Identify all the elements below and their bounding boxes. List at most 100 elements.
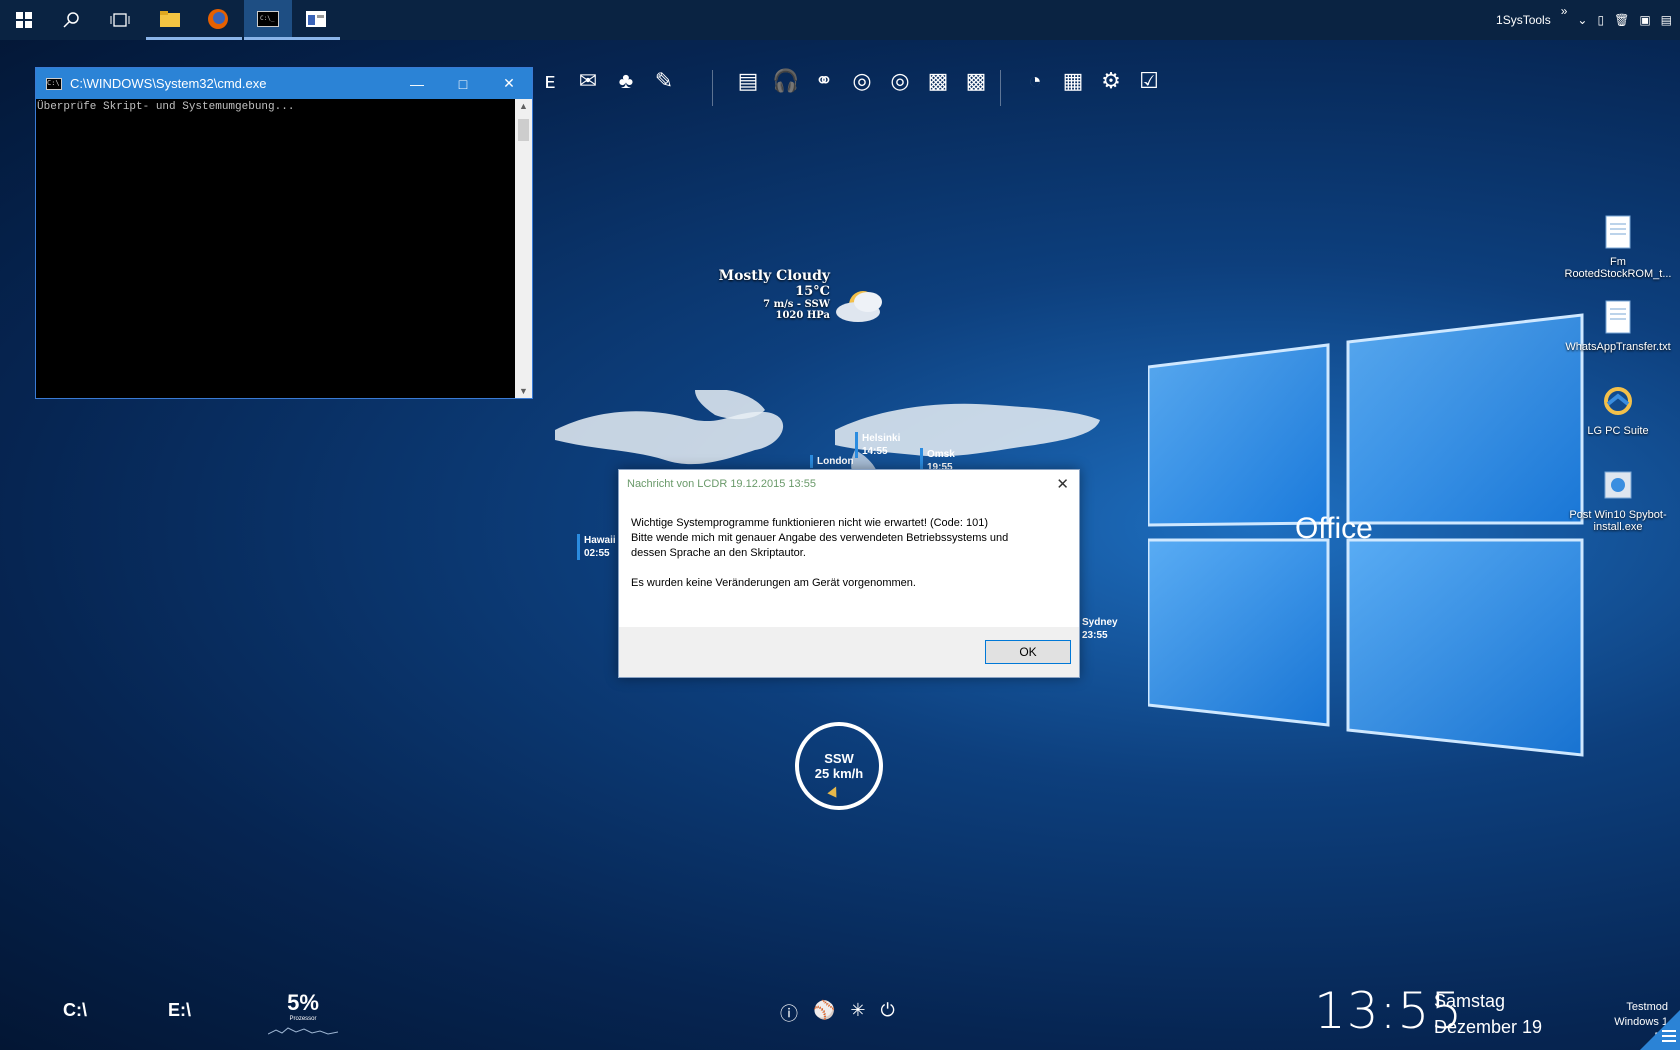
svg-text:C:\_: C:\_ (260, 15, 275, 22)
cmd-window[interactable]: C:\ C:\WINDOWS\System32\cmd.exe — □ ✕ Üb… (35, 67, 533, 399)
pie-chart-icon[interactable]: ◔ (1020, 66, 1050, 96)
cmd-icon: C:\_ (257, 10, 279, 27)
city-name: Hawaii (584, 535, 616, 546)
city-time: 23:55 (1082, 630, 1108, 641)
minimize-button[interactable]: — (394, 76, 440, 92)
sleep-icon[interactable]: ✳ (850, 1000, 865, 1026)
document-icon[interactable]: ▩ (923, 66, 953, 96)
chevron-down-icon[interactable]: ⌄ (1577, 13, 1587, 27)
trash-icon[interactable]: 🗑 (1614, 13, 1629, 27)
wind-speed: 25 km/h (814, 766, 864, 781)
desktop-icon-rootedstockrom[interactable]: Fm RootedStockROM_t... (1558, 215, 1678, 280)
dialog-line-3: dessen Sprache an den Skriptautor. (631, 547, 806, 559)
scroll-up-icon[interactable]: ▲ (519, 101, 528, 111)
wind-needle-icon (827, 784, 841, 798)
cloud-sun-icon (836, 291, 882, 322)
dialog-line-2: Bitte wende mich mit genauer Angabe des … (631, 532, 1009, 544)
city-time: 14:55 (862, 446, 888, 457)
app-store-icon[interactable]: ♣ (611, 66, 641, 96)
desktop-icon-label: WhatsAppTransfer.txt (1565, 341, 1671, 353)
close-icon[interactable]: ✕ (1056, 475, 1069, 493)
weather-widget: Mostly Cloudy 15°C 7 m/s - SSW 1020 HPa (700, 268, 830, 321)
desktop-icon-label: LG PC Suite (1587, 425, 1649, 437)
mail-icon[interactable]: ✉ (573, 66, 603, 96)
info-icon[interactable]: ⓘ (780, 1000, 798, 1026)
toolbar-label[interactable]: 1SysTools (1496, 13, 1551, 27)
file-explorer-button[interactable] (146, 0, 194, 40)
desktop-icon-label: Post Win10 Spybot-install.exe (1569, 509, 1667, 533)
cmd-window-icon: C:\ (46, 77, 62, 90)
checkbox-icon[interactable]: ☑ (1134, 66, 1164, 96)
drive-c[interactable]: C:\ (63, 1000, 87, 1021)
date: Dezember 19 (1434, 1017, 1543, 1037)
office-logo: Office (1295, 512, 1373, 545)
weather-condition: Mostly Cloudy (718, 268, 830, 284)
dialog-line-1: Wichtige Systemprogramme funktionieren n… (631, 517, 989, 529)
city-time: 02:55 (584, 548, 610, 559)
dialog-message: Wichtige Systemprogramme funktionieren n… (619, 498, 1079, 606)
windows-icon (16, 12, 32, 28)
city-name: Omsk (927, 449, 955, 460)
maximize-button[interactable]: □ (440, 76, 486, 92)
menu-icon[interactable] (1640, 1010, 1680, 1050)
cmd-output[interactable]: Überprüfe Skript- und Systemumgebung... (36, 99, 515, 398)
drive-e[interactable]: E:\ (168, 1000, 191, 1021)
ie-icon[interactable]: ᴇ (535, 66, 565, 96)
cmd-scrollbar[interactable]: ▲ ▼ (515, 99, 532, 398)
city-london: London (810, 455, 854, 468)
cpu-meter: 5% Prozessor (267, 990, 339, 1040)
app-button[interactable] (292, 0, 340, 40)
text-file-icon (1605, 300, 1631, 334)
notepad-plus-icon[interactable]: ✎ (649, 66, 679, 96)
firefox-icon (208, 8, 228, 29)
disc-icon[interactable]: ◎ (847, 66, 877, 96)
task-view-button[interactable] (96, 0, 144, 40)
message-dialog[interactable]: Nachricht von LCDR 19.12.2015 13:55 ✕ Wi… (618, 469, 1080, 678)
lg-pc-suite-icon (1604, 387, 1632, 415)
desktop-icon-whatsapptransfer[interactable]: WhatsAppTransfer.txt (1558, 300, 1678, 353)
control-panel-icon[interactable]: ▦ (1058, 66, 1088, 96)
disc-2-icon[interactable]: ◎ (885, 66, 915, 96)
desktop-icon-spybot[interactable]: Post Win10 Spybot-install.exe (1558, 468, 1678, 533)
city-helsinki: Helsinki 14:55 (855, 432, 900, 458)
dock-separator-2 (1000, 70, 1001, 106)
close-button[interactable]: ✕ (486, 75, 532, 92)
city-name: Helsinki (862, 433, 901, 444)
dock-group-1: ᴇ ✉ ♣ ✎ (535, 66, 679, 102)
cmd-button[interactable]: C:\_ (244, 0, 292, 40)
overflow-chevron-icon[interactable]: » (1561, 4, 1568, 18)
weekday: Samstag (1434, 991, 1506, 1011)
city-name: Sydney (1082, 617, 1118, 628)
dialog-title: Nachricht von LCDR 19.12.2015 13:55 (627, 478, 816, 490)
search-button[interactable] (48, 0, 96, 40)
scroll-thumb[interactable] (518, 119, 529, 141)
desktop-icon-lg-pc-suite[interactable]: LG PC Suite (1558, 384, 1678, 437)
power-icon[interactable]: ⏻ (881, 1000, 895, 1026)
task-view-icon (110, 13, 130, 27)
display-icon[interactable]: ▣ (1639, 13, 1650, 27)
ok-button[interactable]: OK (985, 640, 1071, 664)
taskbar: C:\_ 1SysTools » ⌄ ▯ 🗑 ▣ ▤ (0, 0, 1680, 40)
wind-gauge: SSW 25 km/h (795, 722, 883, 810)
notifications-icon[interactable]: ▤ (1661, 13, 1672, 27)
scroll-down-icon[interactable]: ▼ (519, 386, 528, 396)
dialog-footer: OK (619, 627, 1079, 677)
gear-icon[interactable]: ⚙ (1096, 66, 1126, 96)
search-icon (63, 12, 79, 28)
cmd-titlebar[interactable]: C:\ C:\WINDOWS\System32\cmd.exe — □ ✕ (36, 68, 532, 99)
window-icon[interactable]: ▤ (733, 66, 763, 96)
weather-temperature: 15°C (795, 284, 830, 299)
clock-date: Samstag Dezember 19 (1434, 988, 1542, 1040)
city-sydney: Sydney 23:55 (1078, 616, 1118, 642)
firefox-button[interactable] (194, 0, 242, 40)
folder-icon (160, 10, 180, 27)
headphones-icon[interactable]: ⚭ (809, 66, 839, 96)
headset-icon[interactable]: 🎧 (771, 66, 801, 96)
weather-pressure: 1020 HPa (775, 310, 831, 321)
usb-icon[interactable]: ▯ (1597, 13, 1604, 27)
key-icon[interactable]: ⚾ (813, 1000, 835, 1026)
dock-group-3: ◔ ▦ ⚙ ☑ (1020, 66, 1164, 102)
desktop-icon-label: Fm RootedStockROM_t... (1564, 256, 1672, 280)
start-button[interactable] (0, 0, 48, 40)
document-2-icon[interactable]: ▩ (961, 66, 991, 96)
